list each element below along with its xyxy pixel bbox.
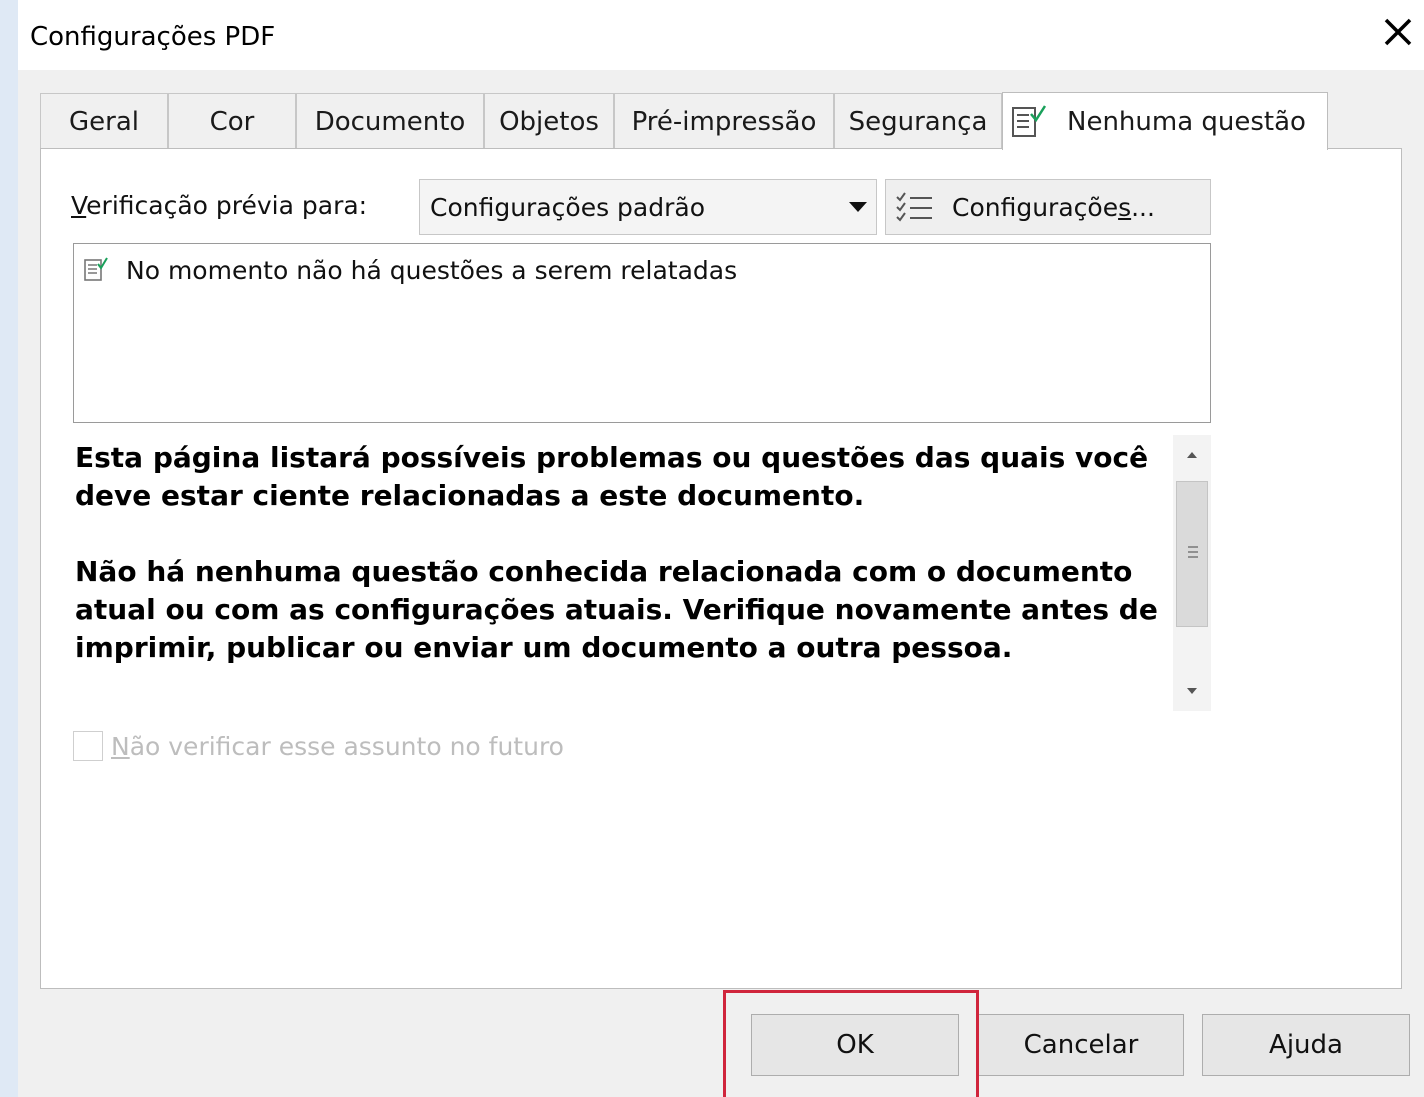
scroll-down-button[interactable] — [1173, 671, 1211, 711]
grip-icon — [1188, 546, 1198, 558]
preflight-label: Verificação prévia para: — [71, 191, 367, 220]
description-paragraph-1: Esta página listará possíveis problemas … — [75, 441, 1149, 512]
tab-geral[interactable]: Geral — [40, 93, 168, 149]
checklist-icon — [84, 257, 108, 281]
tab-label: Nenhuma questão — [1067, 106, 1306, 137]
tab-label: Objetos — [499, 106, 599, 137]
preflight-profile-select[interactable]: Configurações padrão — [419, 179, 877, 235]
close-icon — [1384, 18, 1412, 46]
cancel-label: Cancelar — [1023, 1030, 1139, 1060]
tab-label: Segurança — [848, 106, 988, 137]
close-button[interactable] — [1380, 14, 1416, 50]
help-label: Ajuda — [1269, 1030, 1343, 1060]
tab-label: Cor — [209, 106, 255, 137]
tab-label: Pré-impressão — [631, 106, 817, 137]
checklist-icon — [1012, 104, 1047, 137]
settings-list-icon — [896, 192, 932, 222]
configuracoes-label-b: ... — [1131, 193, 1155, 222]
configuracoes-button[interactable]: Configurações... — [885, 179, 1211, 235]
dont-check-checkbox[interactable] — [73, 731, 103, 761]
tab-seguranca[interactable]: Segurança — [834, 93, 1002, 149]
scroll-up-button[interactable] — [1173, 435, 1211, 475]
cancel-button[interactable]: Cancelar — [978, 1014, 1184, 1076]
tab-documento[interactable]: Documento — [296, 93, 484, 149]
description-paragraph-2: Não há nenhuma questão conhecida relacio… — [75, 555, 1158, 664]
scroll-down-arrow-icon — [1187, 688, 1197, 694]
dont-check-label-text: ão verificar esse assunto no futuro — [129, 731, 564, 761]
configuracoes-label: Configurações... — [952, 193, 1155, 222]
pdf-settings-dialog: Configurações PDF Geral Cor Documento Ob… — [18, 0, 1424, 1097]
issue-text: No momento não há questões a serem relat… — [126, 255, 738, 285]
scroll-thumb[interactable] — [1176, 481, 1208, 627]
chevron-down-icon — [849, 202, 867, 212]
issues-list[interactable]: No momento não há questões a serem relat… — [73, 243, 1211, 423]
tab-panel: Verificação prévia para: Configurações p… — [40, 148, 1402, 989]
description-text: Esta página listará possíveis problemas … — [75, 439, 1175, 709]
title-bar: Configurações PDF — [18, 0, 1424, 70]
tab-objetos[interactable]: Objetos — [484, 93, 614, 149]
tab-pre-impressao[interactable]: Pré-impressão — [614, 93, 834, 149]
configuracoes-label-a: Configuraçõe — [952, 193, 1119, 222]
tab-nenhuma-questao[interactable]: Nenhuma questão — [1002, 92, 1328, 150]
dont-check-label: Não verificar esse assunto no futuro — [111, 732, 564, 761]
dont-check-mnemonic: N — [111, 731, 130, 761]
dont-check-row: Não verificar esse assunto no futuro — [73, 729, 564, 763]
ok-highlight-box — [723, 990, 979, 1097]
scroll-up-arrow-icon — [1187, 452, 1197, 458]
tab-cor[interactable]: Cor — [168, 93, 296, 149]
window-title: Configurações PDF — [30, 22, 276, 52]
preflight-label-mnemonic: V — [71, 191, 87, 220]
preflight-profile-value: Configurações padrão — [430, 193, 705, 222]
configuracoes-label-mnemonic: s — [1118, 193, 1132, 222]
preflight-label-text: erificação prévia para: — [86, 191, 368, 220]
tab-label: Documento — [314, 106, 466, 137]
list-item[interactable]: No momento não há questões a serem relat… — [82, 252, 737, 288]
description-scrollbar[interactable] — [1173, 435, 1211, 711]
help-button[interactable]: Ajuda — [1202, 1014, 1410, 1076]
tab-label: Geral — [69, 106, 139, 137]
